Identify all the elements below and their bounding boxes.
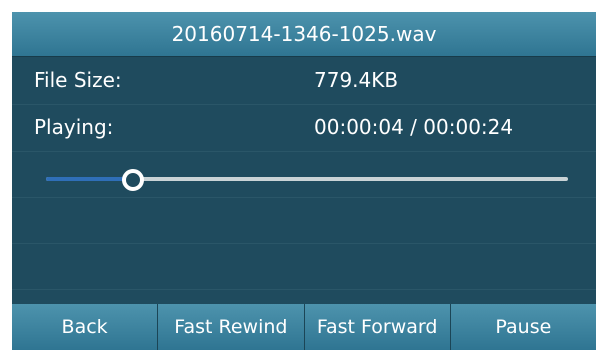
file-size-value: 779.4KB: [314, 68, 399, 92]
phone-screen: 20160714-1346-1025.wav File Size: 779.4K…: [12, 12, 596, 350]
file-size-label: File Size:: [34, 68, 122, 92]
softkey-bar: Back Fast Rewind Fast Forward Pause: [12, 304, 596, 350]
empty-row: [12, 244, 596, 290]
playing-time: 00:00:04 / 00:00:24: [314, 115, 514, 139]
fast-rewind-button[interactable]: Fast Rewind: [158, 304, 305, 350]
file-title-bar: 20160714-1346-1025.wav: [12, 12, 596, 57]
playing-label: Playing:: [34, 115, 114, 139]
empty-row: [12, 198, 596, 244]
pause-button[interactable]: Pause: [450, 304, 596, 350]
file-size-row: File Size: 779.4KB: [12, 58, 596, 105]
back-button[interactable]: Back: [12, 304, 159, 350]
progress-thumb[interactable]: [122, 169, 145, 191]
playing-row: Playing: 00:00:04 / 00:00:24: [12, 105, 596, 152]
progress-fill: [46, 177, 134, 181]
fast-forward-button[interactable]: Fast Forward: [304, 304, 451, 350]
file-title: 20160714-1346-1025.wav: [171, 22, 437, 46]
progress-row: [12, 152, 596, 198]
